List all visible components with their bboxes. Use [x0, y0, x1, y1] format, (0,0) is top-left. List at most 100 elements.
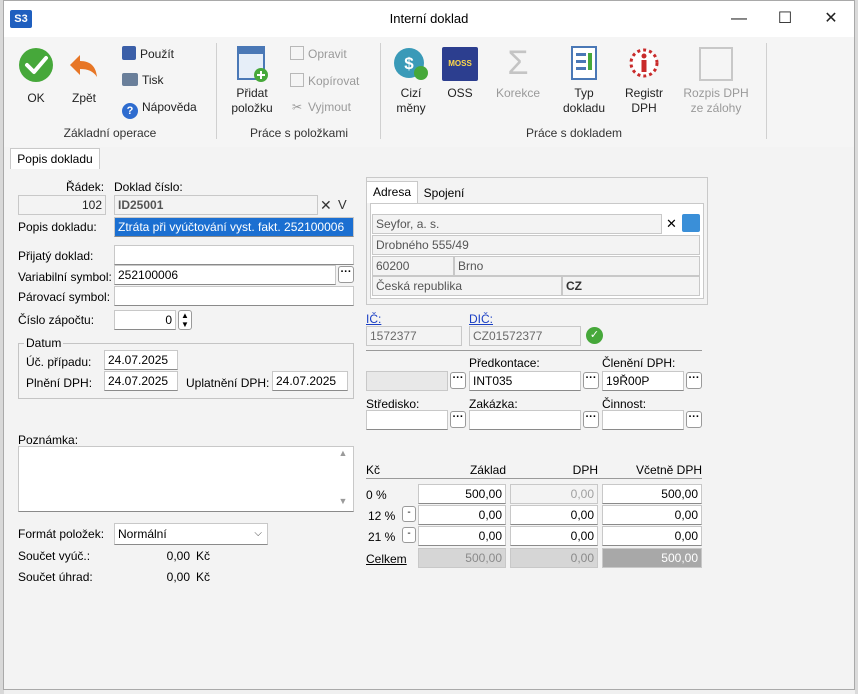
tab-address[interactable]: Adresa [366, 181, 418, 203]
country-code-field: CZ [562, 276, 700, 296]
vat-register-button[interactable]: Registr DPH [616, 43, 672, 123]
vat-reg-label-1: Registr [624, 86, 663, 100]
received-doc-label: Přijatý doklad: [18, 249, 94, 263]
print-button[interactable]: Tisk [122, 73, 164, 91]
clear-address-icon[interactable]: ✕ [666, 216, 678, 232]
offset-spinner-icon[interactable]: ▲ ▼ [178, 310, 192, 330]
vat-rate-12: 12 % [368, 509, 396, 523]
accounting-case-date-field[interactable]: 24.07.2025 [104, 350, 178, 370]
variable-symbol-field[interactable]: 252100006 [114, 265, 336, 285]
item-format-value: Normální [118, 527, 167, 541]
doc-number-label: Doklad číslo: [114, 180, 183, 194]
foreign-label-2: měny [396, 101, 426, 115]
received-doc-field[interactable] [114, 245, 354, 265]
foreign-label-1: Cizí [400, 86, 422, 100]
ic-field[interactable]: 1572377 [366, 326, 462, 346]
currency-coin-icon: $ [394, 48, 428, 80]
vat-split-button[interactable]: Rozpis DPH ze zálohy [676, 43, 756, 123]
add-item-label-1: Přidat [236, 86, 268, 100]
pairing-symbol-field[interactable] [114, 286, 354, 306]
add-item-button[interactable]: Přidat položku [226, 43, 278, 123]
correction-button[interactable]: Σ Korekce [486, 43, 550, 123]
item-format-select[interactable]: Normální ⌵ [114, 523, 268, 545]
oss-button[interactable]: MOSS OSS [438, 43, 482, 123]
vat-0-total-field[interactable]: 500,00 [602, 484, 702, 504]
title-bar: S3 Interní doklad — ☐ ✕ [4, 1, 854, 37]
tab-document-description[interactable]: Popis dokladu [10, 148, 100, 170]
divider [366, 350, 702, 351]
city-field: Brno [454, 256, 700, 276]
note-scroll-down-icon[interactable]: ▼ [336, 496, 350, 506]
help-button[interactable]: ? Nápověda [122, 100, 197, 119]
vat-0-base-field[interactable]: 500,00 [418, 484, 506, 504]
close-button[interactable]: ✕ [808, 5, 854, 33]
minimize-button[interactable]: — [716, 5, 762, 33]
precontact-field[interactable]: INT035 [469, 371, 581, 391]
sum-payment-currency: Kč [196, 570, 211, 584]
vat-col-currency: Kč [366, 463, 381, 477]
vat-12-total-field[interactable]: 0,00 [602, 505, 702, 525]
vat-21-vat-field[interactable]: 0,00 [510, 526, 598, 546]
vat-split-icon [699, 47, 733, 81]
cut-button[interactable]: ✂ Vyjmout [290, 100, 351, 114]
vat-class-field[interactable]: 19Ř00P [602, 371, 684, 391]
vat-12-base-field[interactable]: 0,00 [418, 505, 506, 525]
doc-number-field[interactable]: ID25001 [114, 195, 318, 215]
precontact-picker-button[interactable]: ··· [583, 372, 599, 389]
ok-label: OK [27, 91, 45, 105]
sum-payment-value: 0,00 [166, 570, 190, 584]
use-button[interactable]: Použít [122, 46, 174, 64]
activity-field[interactable] [602, 410, 684, 430]
address-book-icon[interactable] [682, 214, 700, 232]
dialog-window: S3 Interní doklad — ☐ ✕ OK Zpět Použít T… [3, 0, 855, 690]
back-button[interactable]: Zpět [62, 45, 106, 113]
doc-number-suffix-button[interactable]: V [338, 197, 352, 212]
vat-rate-21: 21 % [368, 530, 396, 544]
row-label: Řádek: [66, 180, 105, 194]
description-label: Popis dokladu: [18, 220, 97, 234]
vat-21-base-field[interactable]: 0,00 [418, 526, 506, 546]
vat-12-vat-field[interactable]: 0,00 [510, 505, 598, 525]
activity-picker-button[interactable]: ··· [686, 411, 702, 428]
tab-connection[interactable]: Spojení [418, 183, 470, 205]
oss-label: OSS [447, 86, 473, 100]
document-type-button[interactable]: Typ dokladu [556, 43, 612, 123]
dic-link[interactable]: DIČ: [469, 312, 493, 326]
description-value: Ztráta při vyúčtování vyst. fakt. 252100… [118, 220, 345, 234]
ic-link[interactable]: IČ: [366, 312, 381, 326]
description-field[interactable]: Ztráta při vyúčtování vyst. fakt. 252100… [114, 217, 354, 237]
note-field[interactable] [18, 446, 354, 512]
vat-21-minus-button[interactable]: - [402, 527, 416, 543]
foreign-currencies-button[interactable]: $ Cizí měny [388, 43, 434, 123]
vat-21-total-field[interactable]: 0,00 [602, 526, 702, 546]
variable-symbol-picker-button[interactable]: ··· [338, 266, 354, 283]
order-picker-button[interactable]: ··· [583, 411, 599, 428]
clear-doc-number-icon[interactable]: ✕ [320, 197, 334, 214]
ok-button[interactable]: OK [14, 45, 58, 113]
offset-number-field[interactable]: 0 [114, 310, 176, 330]
order-field[interactable] [469, 410, 581, 430]
moss-flag-icon: MOSS [442, 47, 478, 81]
edit-button[interactable]: Opravit [290, 46, 347, 61]
note-scroll-up-icon[interactable]: ▲ [336, 448, 350, 458]
country-field: Česká republika [372, 276, 562, 296]
dic-field[interactable]: CZ01572377 [469, 326, 581, 346]
copy-label: Kopírovat [308, 74, 360, 88]
vat-12-minus-button[interactable]: - [402, 506, 416, 522]
copy-button[interactable]: Kopírovat [290, 73, 359, 88]
center-picker-button[interactable]: ··· [450, 411, 466, 428]
ribbon-separator [766, 43, 767, 139]
printer-icon [122, 73, 138, 86]
verified-check-icon[interactable]: ✓ [586, 327, 603, 344]
company-name-field: Seyfor, a. s. [372, 214, 662, 234]
vat-class-picker-button[interactable]: ··· [686, 372, 702, 389]
vat-claim-date-field[interactable]: 24.07.2025 [272, 371, 348, 391]
vat-0-vat-field: 0,00 [510, 484, 598, 504]
ribbon-separator [216, 43, 217, 139]
zip-field: 60200 [372, 256, 454, 276]
disabled-field-picker-button[interactable]: ··· [450, 372, 466, 389]
maximize-button[interactable]: ☐ [762, 5, 808, 33]
tab-strip [4, 147, 854, 170]
center-field[interactable] [366, 410, 448, 430]
vat-performance-date-field[interactable]: 24.07.2025 [104, 371, 178, 391]
